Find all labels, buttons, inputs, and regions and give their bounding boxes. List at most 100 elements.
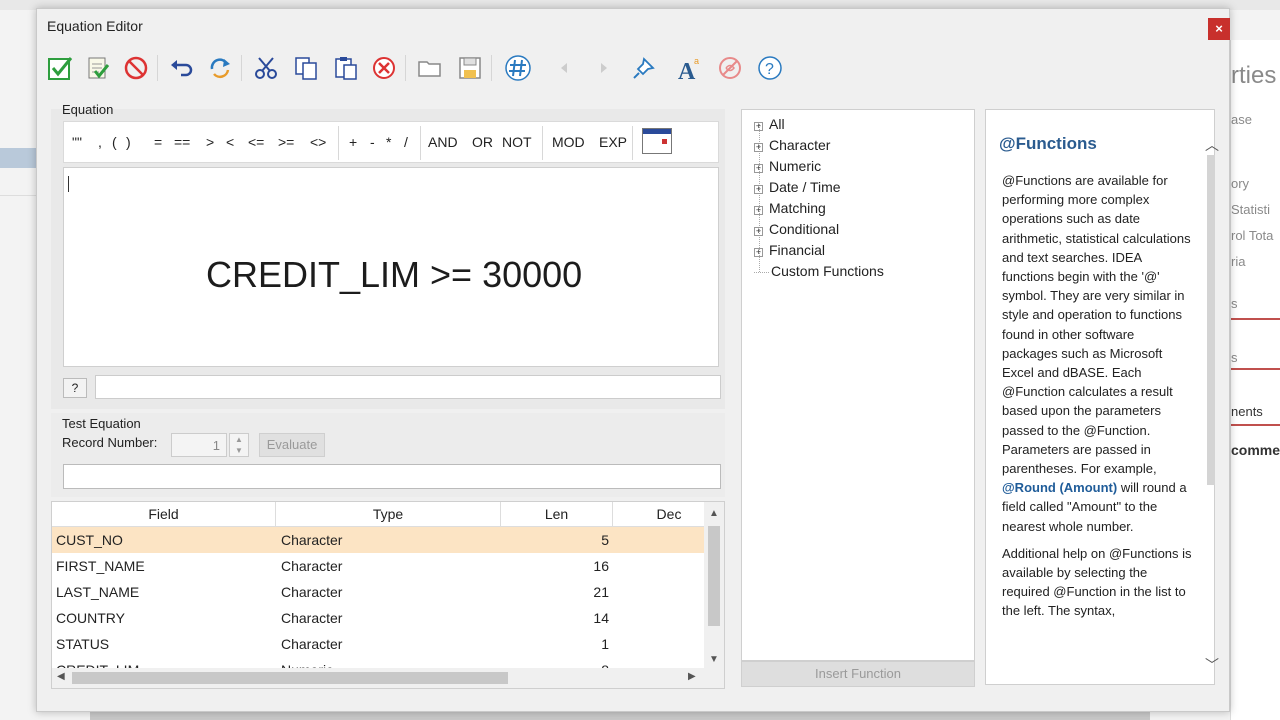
- expand-icon[interactable]: +: [754, 206, 763, 215]
- expand-icon[interactable]: +: [754, 185, 763, 194]
- column-header-len[interactable]: Len: [501, 502, 613, 527]
- background-text: ory: [1231, 176, 1250, 191]
- operator-less[interactable]: <: [226, 134, 234, 150]
- operator-exp[interactable]: EXP: [599, 134, 627, 150]
- cell-len: 16: [593, 558, 609, 574]
- close-button[interactable]: ×: [1208, 18, 1230, 40]
- disable-icon[interactable]: [715, 51, 745, 85]
- tree-item-conditional[interactable]: + Conditional: [754, 221, 839, 237]
- test-result-field: [63, 464, 721, 489]
- equation-help-button[interactable]: ?: [63, 378, 87, 398]
- evaluate-button[interactable]: Evaluate: [259, 433, 325, 457]
- background-text: nents: [1231, 404, 1263, 419]
- operator-comma[interactable]: ,: [98, 134, 102, 150]
- tree-item-numeric[interactable]: + Numeric: [754, 158, 821, 174]
- column-header-field[interactable]: Field: [52, 502, 276, 527]
- background-text: ria: [1231, 254, 1246, 269]
- paste-icon[interactable]: [331, 51, 361, 85]
- help-scrollbar[interactable]: ︿ ﹀: [1205, 129, 1219, 675]
- expand-icon[interactable]: +: [754, 164, 763, 173]
- operator-or[interactable]: OR: [472, 134, 493, 150]
- field-list-icon[interactable]: [503, 51, 533, 85]
- cell-dec: [613, 527, 699, 553]
- scroll-right-icon[interactable]: ▶: [688, 671, 696, 682]
- background-text: Statisti: [1231, 202, 1271, 217]
- operator-not-equal[interactable]: <>: [310, 134, 326, 150]
- cell-field: CUST_NO: [56, 532, 123, 548]
- clear-icon[interactable]: [369, 51, 399, 85]
- tree-item-character[interactable]: + Character: [754, 137, 830, 153]
- record-number-spinner[interactable]: ▲ ▼: [229, 433, 249, 457]
- help-text: @Functions are available for performing …: [1002, 173, 1192, 619]
- operator-and[interactable]: AND: [428, 134, 458, 150]
- operator-mod[interactable]: MOD: [552, 134, 585, 150]
- insert-function-button[interactable]: Insert Function: [741, 661, 975, 687]
- cell-type: Character: [281, 558, 343, 574]
- scroll-left-icon[interactable]: ◀: [57, 671, 65, 682]
- scroll-up-icon[interactable]: ▲: [709, 508, 719, 519]
- expand-icon[interactable]: +: [754, 143, 763, 152]
- operator-open-paren[interactable]: (: [112, 134, 117, 150]
- expand-icon[interactable]: +: [754, 248, 763, 257]
- table-row[interactable]: CREDIT_LIM Numeric 8: [52, 657, 704, 668]
- record-number-input[interactable]: 1: [171, 433, 227, 457]
- table-row[interactable]: CUST_NO Character 5: [52, 527, 704, 553]
- tree-item-all[interactable]: + All: [754, 116, 785, 132]
- table-row[interactable]: STATUS Character 1: [52, 631, 704, 657]
- toolbar: Aa ?: [45, 51, 1225, 87]
- background-selected-row: [0, 148, 36, 168]
- scrollbar-thumb[interactable]: [1207, 155, 1215, 485]
- operator-greater[interactable]: >: [206, 134, 214, 150]
- tree-item-date-time[interactable]: + Date / Time: [754, 179, 841, 195]
- operator-not[interactable]: NOT: [502, 134, 532, 150]
- expand-editor-icon[interactable]: [642, 128, 672, 154]
- expand-icon[interactable]: +: [754, 227, 763, 236]
- expand-icon[interactable]: +: [754, 122, 763, 131]
- operator-divide[interactable]: /: [404, 134, 408, 150]
- scrollbar-thumb[interactable]: [708, 526, 720, 626]
- field-grid-vertical-scrollbar[interactable]: ▲ ▼: [704, 502, 724, 668]
- operator-double-equals[interactable]: ==: [174, 134, 190, 150]
- table-row[interactable]: COUNTRY Character 14: [52, 605, 704, 631]
- equation-group-label: Equation: [62, 102, 114, 117]
- font-icon[interactable]: Aa: [675, 51, 705, 85]
- field-grid-horizontal-scrollbar[interactable]: ◀ ▶: [52, 668, 724, 688]
- equation-text-area[interactable]: CREDIT_LIM >= 30000: [63, 167, 719, 367]
- forward-arrow-icon[interactable]: [589, 51, 619, 85]
- scrollbar-thumb[interactable]: [72, 672, 508, 684]
- cancel-icon[interactable]: [121, 51, 151, 85]
- tree-item-financial[interactable]: + Financial: [754, 242, 825, 258]
- operator-equals[interactable]: =: [154, 134, 162, 150]
- redo-icon[interactable]: [205, 51, 235, 85]
- column-header-type[interactable]: Type: [276, 502, 501, 527]
- tree-item-custom-functions[interactable]: Custom Functions: [754, 263, 884, 279]
- cell-field: FIRST_NAME: [56, 558, 145, 574]
- test-equation-label: Test Equation: [62, 416, 141, 431]
- scroll-up-icon[interactable]: ︿: [1205, 135, 1219, 155]
- table-row[interactable]: FIRST_NAME Character 16: [52, 553, 704, 579]
- operator-less-equal[interactable]: <=: [248, 134, 264, 150]
- tree-item-matching[interactable]: + Matching: [754, 200, 826, 216]
- scroll-down-icon[interactable]: ▼: [709, 654, 719, 665]
- back-arrow-icon[interactable]: [549, 51, 579, 85]
- operator-plus[interactable]: +: [349, 134, 357, 150]
- help-icon[interactable]: ?: [755, 51, 785, 85]
- operator-quotes[interactable]: "": [72, 134, 82, 150]
- validate-and-exit-icon[interactable]: [83, 51, 113, 85]
- cell-len: 1: [601, 636, 609, 652]
- field-grid: Field Type Len Dec CUST_NO Character 5 F…: [51, 501, 725, 689]
- help-function-link[interactable]: @Round (Amount): [1002, 480, 1117, 495]
- scroll-down-icon[interactable]: ﹀: [1205, 655, 1219, 675]
- undo-icon[interactable]: [167, 51, 197, 85]
- save-icon[interactable]: [455, 51, 485, 85]
- operator-multiply[interactable]: *: [386, 134, 391, 150]
- operator-greater-equal[interactable]: >=: [278, 134, 294, 150]
- table-row[interactable]: LAST_NAME Character 21: [52, 579, 704, 605]
- validate-check-icon[interactable]: [45, 51, 75, 85]
- cut-icon[interactable]: [251, 51, 281, 85]
- pin-icon[interactable]: [629, 51, 659, 85]
- operator-close-paren[interactable]: ): [126, 134, 131, 150]
- copy-icon[interactable]: [291, 51, 321, 85]
- operator-minus[interactable]: -: [370, 134, 375, 150]
- open-icon[interactable]: [415, 51, 445, 85]
